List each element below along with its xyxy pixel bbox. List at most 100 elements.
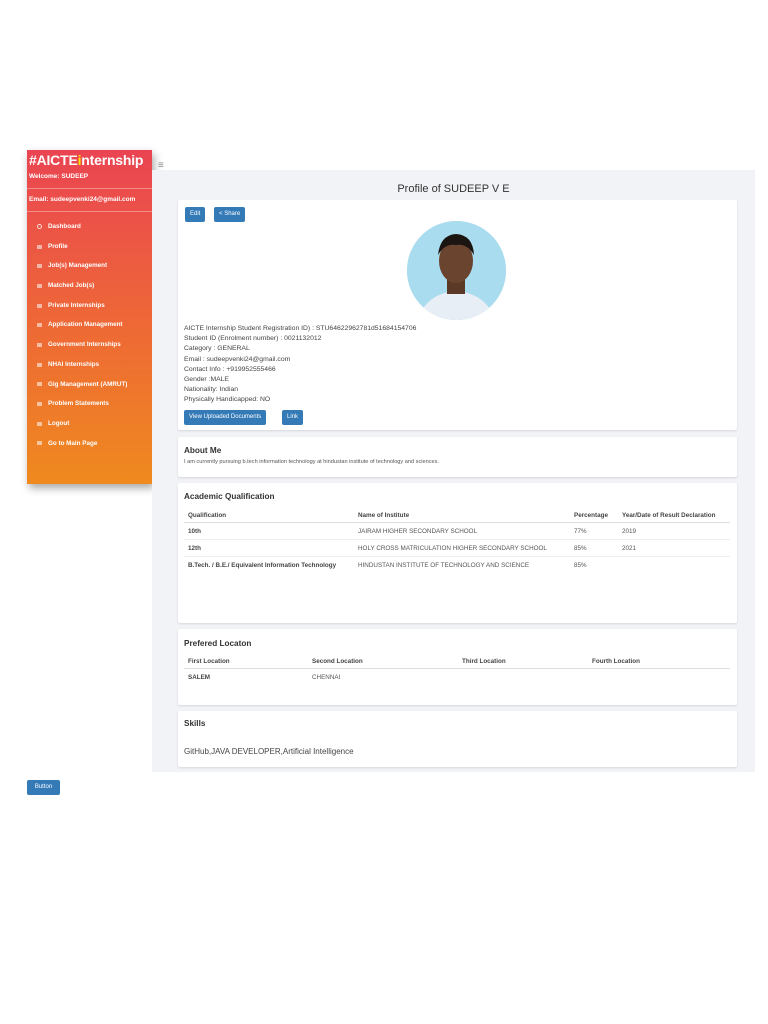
cell: SALEM <box>188 674 211 681</box>
table-header: First Location Second Location Third Locat… <box>184 655 730 669</box>
cell: 77% <box>570 522 618 540</box>
table-row: SALEM CHENNAI <box>184 669 730 686</box>
brand-logo[interactable]: #AICTEinternship <box>27 150 152 168</box>
cell: 10th <box>184 522 354 540</box>
table-row: B.Tech. / B.E./ Equivalent Information T… <box>184 557 730 574</box>
sidebar-item-gig[interactable]: Gig Management (AMRUT) <box>27 375 152 395</box>
avatar <box>407 221 506 320</box>
menu-icon <box>37 244 42 249</box>
th: Year/Date of Result Declaration <box>618 509 730 523</box>
skills-text: GitHub,JAVA DEVELOPER,Artificial Intelli… <box>184 747 354 756</box>
location-table: First Location Second Location Third Locat… <box>184 655 730 685</box>
academic-title: Academic Qualification <box>184 492 275 501</box>
about-text: I am currently pursuing b.tech informati… <box>184 459 439 465</box>
th: First Location <box>184 655 308 669</box>
cell: CHENNAI <box>312 674 341 681</box>
label: Government Internships <box>48 341 121 349</box>
academic-card: Academic Qualification Qualification Name… <box>178 483 737 623</box>
label: Private Internships <box>48 301 105 309</box>
cell: 2019 <box>618 522 730 540</box>
cell: 12th <box>184 539 354 557</box>
share-button[interactable]: < Share <box>214 207 246 222</box>
student-info: AICTE Internship Student Registration ID… <box>184 324 416 406</box>
page-title: Profile of SUDEEP V E <box>397 183 510 195</box>
cell: 85% <box>574 562 587 569</box>
contact: Contact Info : +919952555466 <box>184 365 276 373</box>
label: Problem Statements <box>48 400 109 408</box>
circle-icon <box>37 224 42 230</box>
bottom-button[interactable]: Button <box>27 780 60 795</box>
label: Gig Management (AMRUT) <box>48 380 128 388</box>
about-title: About Me <box>184 446 222 455</box>
cell: HOLY CROSS MATRICULATION HIGHER SECONDAR… <box>354 539 570 557</box>
label: Job(s) Management <box>48 262 108 270</box>
menu-icon <box>37 283 42 288</box>
menu-icon <box>37 421 42 426</box>
brand-prefix: #AICTE <box>29 152 78 168</box>
cell <box>458 669 588 686</box>
cell: JAIRAM HIGHER SECONDARY SCHOOL <box>354 522 570 540</box>
cell: HINDUSTAN INSTITUTE OF TECHNOLOGY AND SC… <box>358 562 530 569</box>
label: Go to Main Page <box>48 439 98 447</box>
label: NHAI Internships <box>48 360 100 368</box>
sidebar-item-problems[interactable]: Problem Statements <box>27 394 152 414</box>
menu-icon <box>37 264 42 269</box>
cell: 2021 <box>618 539 730 557</box>
cell <box>588 669 730 686</box>
sidebar-item-dashboard[interactable]: Dashboard <box>27 217 152 237</box>
category: Category : GENERAL <box>184 345 250 353</box>
sidebar-item-profile[interactable]: Profile <box>27 237 152 257</box>
view-documents-button[interactable]: View Uploaded Documents <box>184 410 267 425</box>
sidebar-item-government[interactable]: Government Internships <box>27 335 152 355</box>
link-button[interactable]: Link <box>282 410 304 425</box>
menu-icon <box>37 342 42 347</box>
cell: B.Tech. / B.E./ Equivalent Information T… <box>188 562 337 569</box>
sidebar-item-matched-jobs[interactable]: Matched Job(s) <box>27 276 152 296</box>
sidebar-item-applications[interactable]: Application Management <box>27 315 152 335</box>
registration-id: AICTE Internship Student Registration ID… <box>184 325 417 332</box>
th: Third Location <box>458 655 588 669</box>
sidebar-item-logout[interactable]: Logout <box>27 414 152 434</box>
label: Dashboard <box>48 223 81 230</box>
cell <box>618 557 730 574</box>
profile-card: Edit < Share AICTE Internship Student Re… <box>178 200 737 430</box>
label: Logout <box>48 419 70 427</box>
menu-icon <box>37 441 42 446</box>
th: Name of Institute <box>354 509 570 523</box>
skills-card: Skills GitHub,JAVA DEVELOPER,Artificial … <box>178 711 737 767</box>
table-header: Qualification Name of Institute Percentage… <box>184 509 730 523</box>
menu-icon <box>37 362 42 367</box>
email: Email : sudeepvenki24@gmail.com <box>184 355 291 363</box>
sidebar-item-private[interactable]: Private Internships <box>27 296 152 316</box>
th: Percentage <box>570 509 618 523</box>
label: Application Management <box>48 321 123 329</box>
location-title: Prefered Locaton <box>184 639 252 648</box>
sidebar-nav: Dashboard Profile Job(s) Management Matc… <box>27 212 152 453</box>
th: Second Location <box>308 655 458 669</box>
edit-button[interactable]: Edit <box>185 207 206 222</box>
th: Qualification <box>184 509 354 523</box>
person-photo-icon <box>407 221 506 320</box>
sidebar: #AICTEinternship Welcome: SUDEEP Email: … <box>27 150 152 484</box>
brand-suffix: nternship <box>81 152 144 168</box>
sidebar-item-jobs[interactable]: Job(s) Management <box>27 256 152 276</box>
student-id: Student ID (Enrolment number) : 00211320… <box>184 335 322 343</box>
share-icon: < <box>219 211 223 217</box>
nationality: Nationality: Indian <box>184 386 239 394</box>
gender: Gender :MALE <box>184 376 229 384</box>
menu-icon <box>37 323 42 328</box>
about-card: About Me I am currently pursuing b.tech … <box>178 437 737 477</box>
th: Fourth Location <box>588 655 730 669</box>
share-label: Share <box>224 211 241 217</box>
skills-title: Skills <box>184 719 206 728</box>
sidebar-item-main-page[interactable]: Go to Main Page <box>27 434 152 454</box>
menu-icon <box>37 382 42 387</box>
sidebar-item-nhai[interactable]: NHAI Internships <box>27 355 152 375</box>
menu-icon <box>37 402 42 407</box>
table-row: 10th JAIRAM HIGHER SECONDARY SCHOOL 77% 201… <box>184 522 730 540</box>
location-card: Prefered Locaton First Location Second Lo… <box>178 629 737 705</box>
handicapped: Physically Handicapped: NO <box>184 396 271 404</box>
label: Matched Job(s) <box>48 282 95 290</box>
welcome-text: Welcome: SUDEEP <box>27 168 152 189</box>
user-email: Email: sudeepvenki24@gmail.com <box>27 189 152 212</box>
